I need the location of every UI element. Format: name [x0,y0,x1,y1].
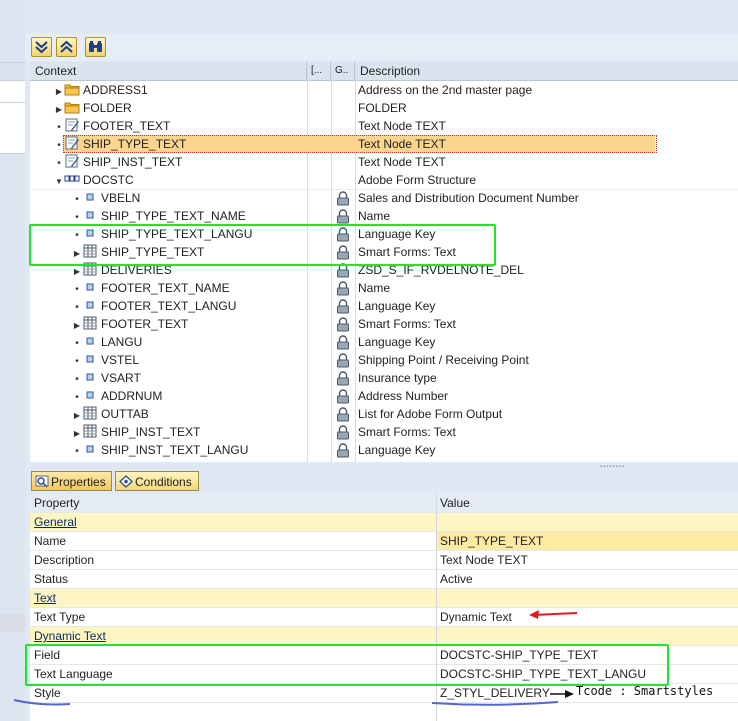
black-arrow [550,690,574,698]
blue-underline-style [13,699,71,706]
blue-underline-value [431,701,559,706]
annotation-overlay [13,610,578,706]
tcode-note: Tcode : Smartstyles [576,684,714,698]
red-arrow [529,610,578,619]
